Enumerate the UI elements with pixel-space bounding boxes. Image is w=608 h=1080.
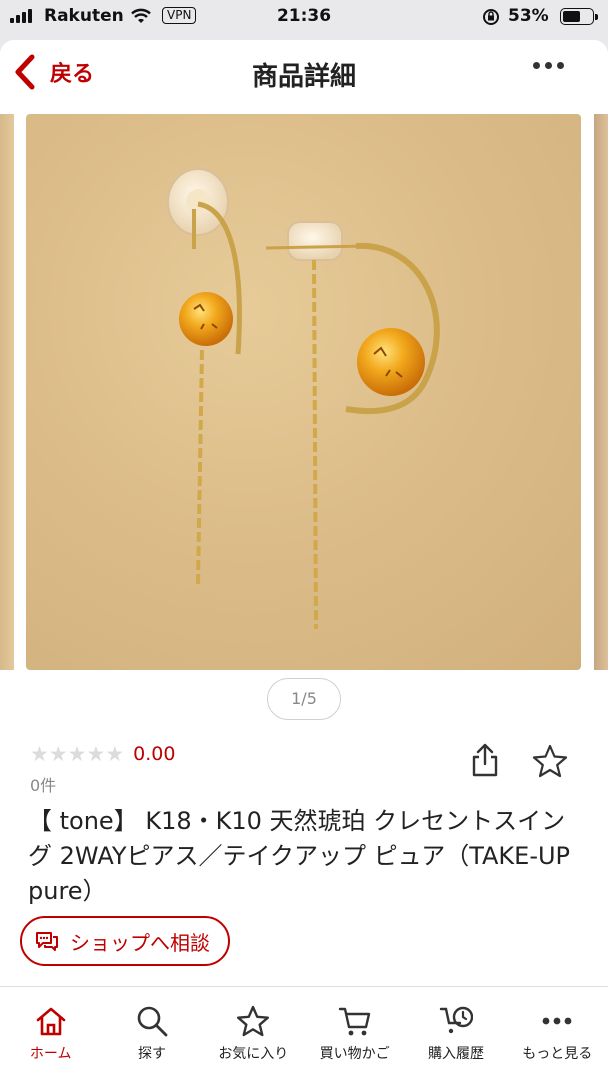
consult-shop-label: ショップへ相談 xyxy=(70,930,210,955)
home-icon xyxy=(36,1007,65,1036)
star-icon xyxy=(237,1005,270,1037)
tab-label: 購入履歴 xyxy=(427,1046,484,1062)
page-title: 商品詳細 xyxy=(251,62,356,92)
tab-label: お気に入り xyxy=(218,1046,289,1062)
search-icon xyxy=(137,1006,168,1037)
review-count[interactable]: 0件 xyxy=(30,772,56,796)
status-bar: Rakuten VPN 21:36 53% xyxy=(0,0,608,34)
favorite-star-icon[interactable] xyxy=(532,744,568,778)
tab-home[interactable]: ホーム xyxy=(0,987,101,1080)
cart-icon xyxy=(338,1007,370,1036)
history-icon xyxy=(439,1006,473,1034)
tab-label: ホーム xyxy=(29,1046,72,1062)
star-icon: ★ xyxy=(67,742,87,766)
consult-shop-button[interactable]: ショップへ相談 xyxy=(20,916,230,966)
share-icon[interactable] xyxy=(470,742,500,778)
tab-label: 買い物かご xyxy=(319,1046,390,1062)
battery-percent: 53% xyxy=(508,6,549,26)
orientation-lock-icon xyxy=(483,9,499,25)
battery-icon xyxy=(560,8,598,25)
star-icon: ★ xyxy=(30,742,49,766)
next-image-peek[interactable] xyxy=(594,114,608,670)
star-icon: ★ xyxy=(86,742,105,766)
tab-favorites[interactable]: お気に入り xyxy=(203,987,304,1080)
tab-label: 探す xyxy=(137,1046,166,1062)
tab-cart[interactable]: 買い物かご xyxy=(304,987,405,1080)
rating-stars: ★ ★ ★ ★ ★ xyxy=(30,742,124,766)
more-options-icon[interactable] xyxy=(533,62,564,69)
star-icon: ★ xyxy=(105,742,124,766)
tab-label: もっと見る xyxy=(522,1046,593,1062)
chat-bubble-icon xyxy=(36,932,58,951)
product-title: 【 tone】 K18・K10 天然琥珀 クレセントスイング 2WAYピアス／テ… xyxy=(28,807,571,905)
bottom-tab-bar: ホーム 探す お気に入り 買い物かご 購入履歴 もっと見る xyxy=(0,986,608,1080)
product-image[interactable] xyxy=(26,114,581,670)
star-icon: ★ xyxy=(48,742,68,766)
product-detail-sheet: 戻る 商品詳細 1/5 ★ ★ ★ ★ ★ 0.00 0件 【 tone】 K1… xyxy=(0,40,608,1080)
image-pager-indicator: 1/5 xyxy=(267,678,341,720)
navigation-bar: 戻る 商品詳細 xyxy=(0,40,608,110)
rating-summary[interactable]: ★ ★ ★ ★ ★ 0.00 xyxy=(30,742,175,766)
tab-more[interactable]: もっと見る xyxy=(507,987,608,1080)
previous-image-peek[interactable] xyxy=(0,114,14,670)
rating-value: 0.00 xyxy=(133,743,176,765)
product-image-carousel[interactable] xyxy=(0,114,608,670)
more-icon xyxy=(542,1017,572,1025)
earrings-illustration xyxy=(167,168,440,630)
tab-purchase-history[interactable]: 購入履歴 xyxy=(405,987,506,1080)
tab-search[interactable]: 探す xyxy=(101,987,202,1080)
